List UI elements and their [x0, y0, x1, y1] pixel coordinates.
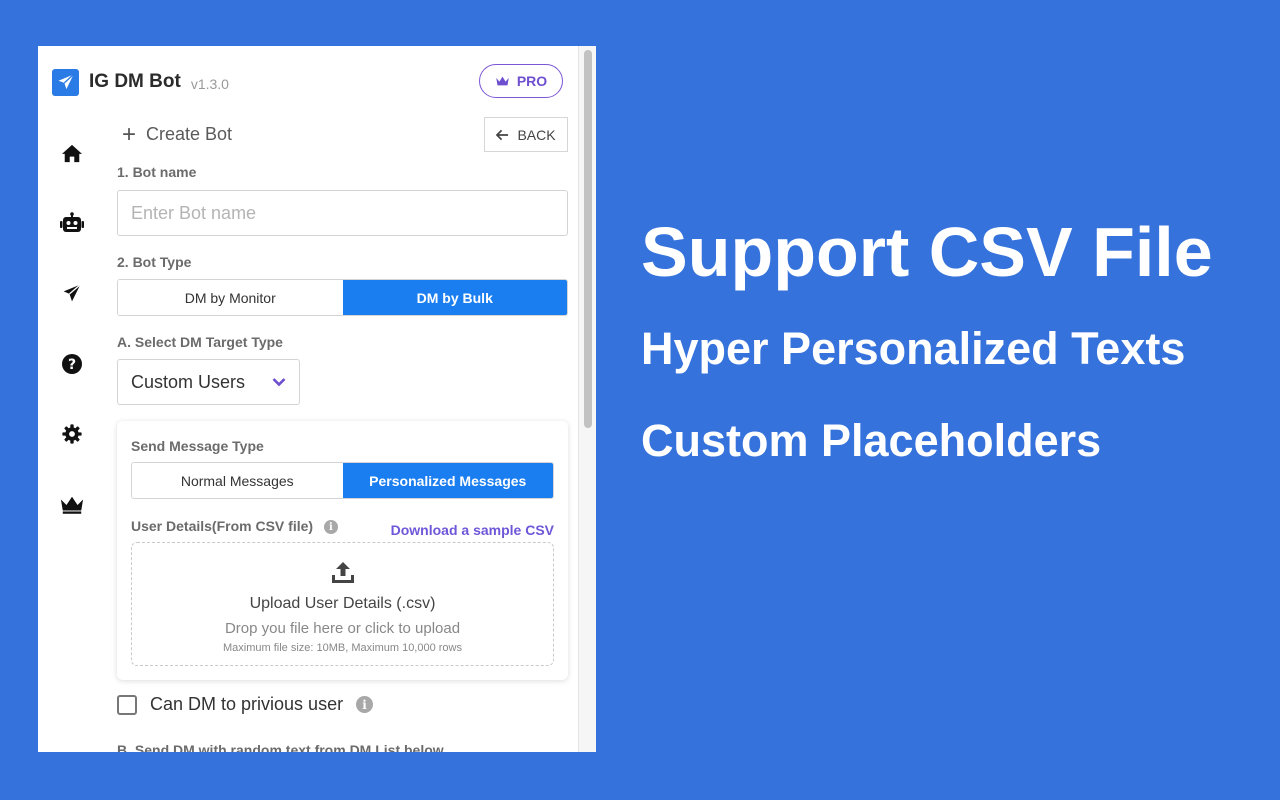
target-type-label: A. Select DM Target Type	[117, 334, 283, 350]
create-bot-label: Create Bot	[146, 124, 233, 144]
app-version: v1.3.0	[190, 76, 229, 92]
create-bot-title: + Create Bot	[122, 120, 233, 148]
app-header: IG DM Bot v1.3.0	[52, 68, 229, 96]
upload-subtitle: Drop you file here or click to upload	[224, 620, 461, 637]
previous-user-checkbox[interactable]	[117, 694, 137, 715]
message-type-card: Send Message Type Normal Messages Person…	[117, 421, 568, 680]
svg-text:?: ?	[68, 357, 76, 373]
random-text-section-label: B. Send DM with random text from DM List…	[117, 742, 444, 752]
previous-user-label: Can DM to privious user	[150, 694, 344, 714]
scrollbar[interactable]	[578, 46, 596, 752]
upload-icon	[330, 561, 356, 590]
scrollbar-thumb[interactable]	[584, 50, 592, 428]
help-icon[interactable]: ?	[60, 352, 84, 376]
previous-user-checkbox-row: Can DM to privious user i	[117, 694, 374, 715]
pro-button[interactable]: PRO	[479, 64, 563, 98]
robot-icon[interactable]	[60, 211, 84, 235]
paper-plane-logo-icon	[52, 68, 79, 96]
crown-icon[interactable]	[60, 493, 84, 517]
bot-type-bulk-option[interactable]: DM by Bulk	[342, 280, 567, 315]
normal-messages-option[interactable]: Normal Messages	[132, 463, 343, 498]
promo-line-2: Hyper Personalized Texts	[641, 323, 1186, 374]
app-panel: IG DM Bot v1.3.0 PRO ? + Create Bot BACK…	[38, 46, 596, 752]
settings-icon[interactable]	[60, 422, 84, 446]
promo-headline: Support CSV File	[641, 213, 1213, 291]
target-type-select[interactable]: Custom Users	[117, 359, 300, 405]
info-icon[interactable]: i	[356, 696, 374, 713]
promo-line-3: Custom Placeholders	[641, 415, 1102, 466]
download-sample-link[interactable]: Download a sample CSV	[391, 522, 554, 538]
chevron-down-icon	[272, 378, 286, 387]
bot-type-monitor-option[interactable]: DM by Monitor	[118, 280, 343, 315]
plus-icon: +	[122, 120, 137, 148]
personalized-messages-option[interactable]: Personalized Messages	[342, 463, 553, 498]
upload-title: Upload User Details (.csv)	[249, 595, 436, 612]
upload-hint: Maximum file size: 10MB, Maximum 10,000 …	[222, 642, 462, 654]
user-details-text: User Details(From CSV file)	[131, 518, 314, 534]
app-title: IG DM Bot	[89, 71, 181, 92]
bot-name-label: 1. Bot name	[117, 164, 197, 180]
pro-label: PRO	[516, 73, 548, 89]
message-type-toggle: Normal Messages Personalized Messages	[131, 462, 554, 499]
back-label: BACK	[517, 126, 556, 143]
message-type-label: Send Message Type	[131, 438, 264, 454]
bot-type-toggle: DM by Monitor DM by Bulk	[117, 279, 568, 316]
home-icon[interactable]	[60, 141, 84, 165]
crown-icon	[496, 76, 509, 86]
bot-name-input[interactable]	[117, 190, 568, 236]
back-button[interactable]: BACK	[484, 117, 568, 152]
arrow-left-icon	[496, 129, 509, 140]
target-type-value: Custom Users	[131, 371, 246, 392]
send-icon[interactable]	[60, 281, 84, 305]
user-details-label: User Details(From CSV file) i	[131, 518, 338, 535]
info-icon[interactable]: i	[323, 520, 338, 535]
bot-type-label: 2. Bot Type	[117, 254, 192, 270]
csv-dropzone[interactable]: Upload User Details (.csv) Drop you file…	[131, 542, 554, 666]
